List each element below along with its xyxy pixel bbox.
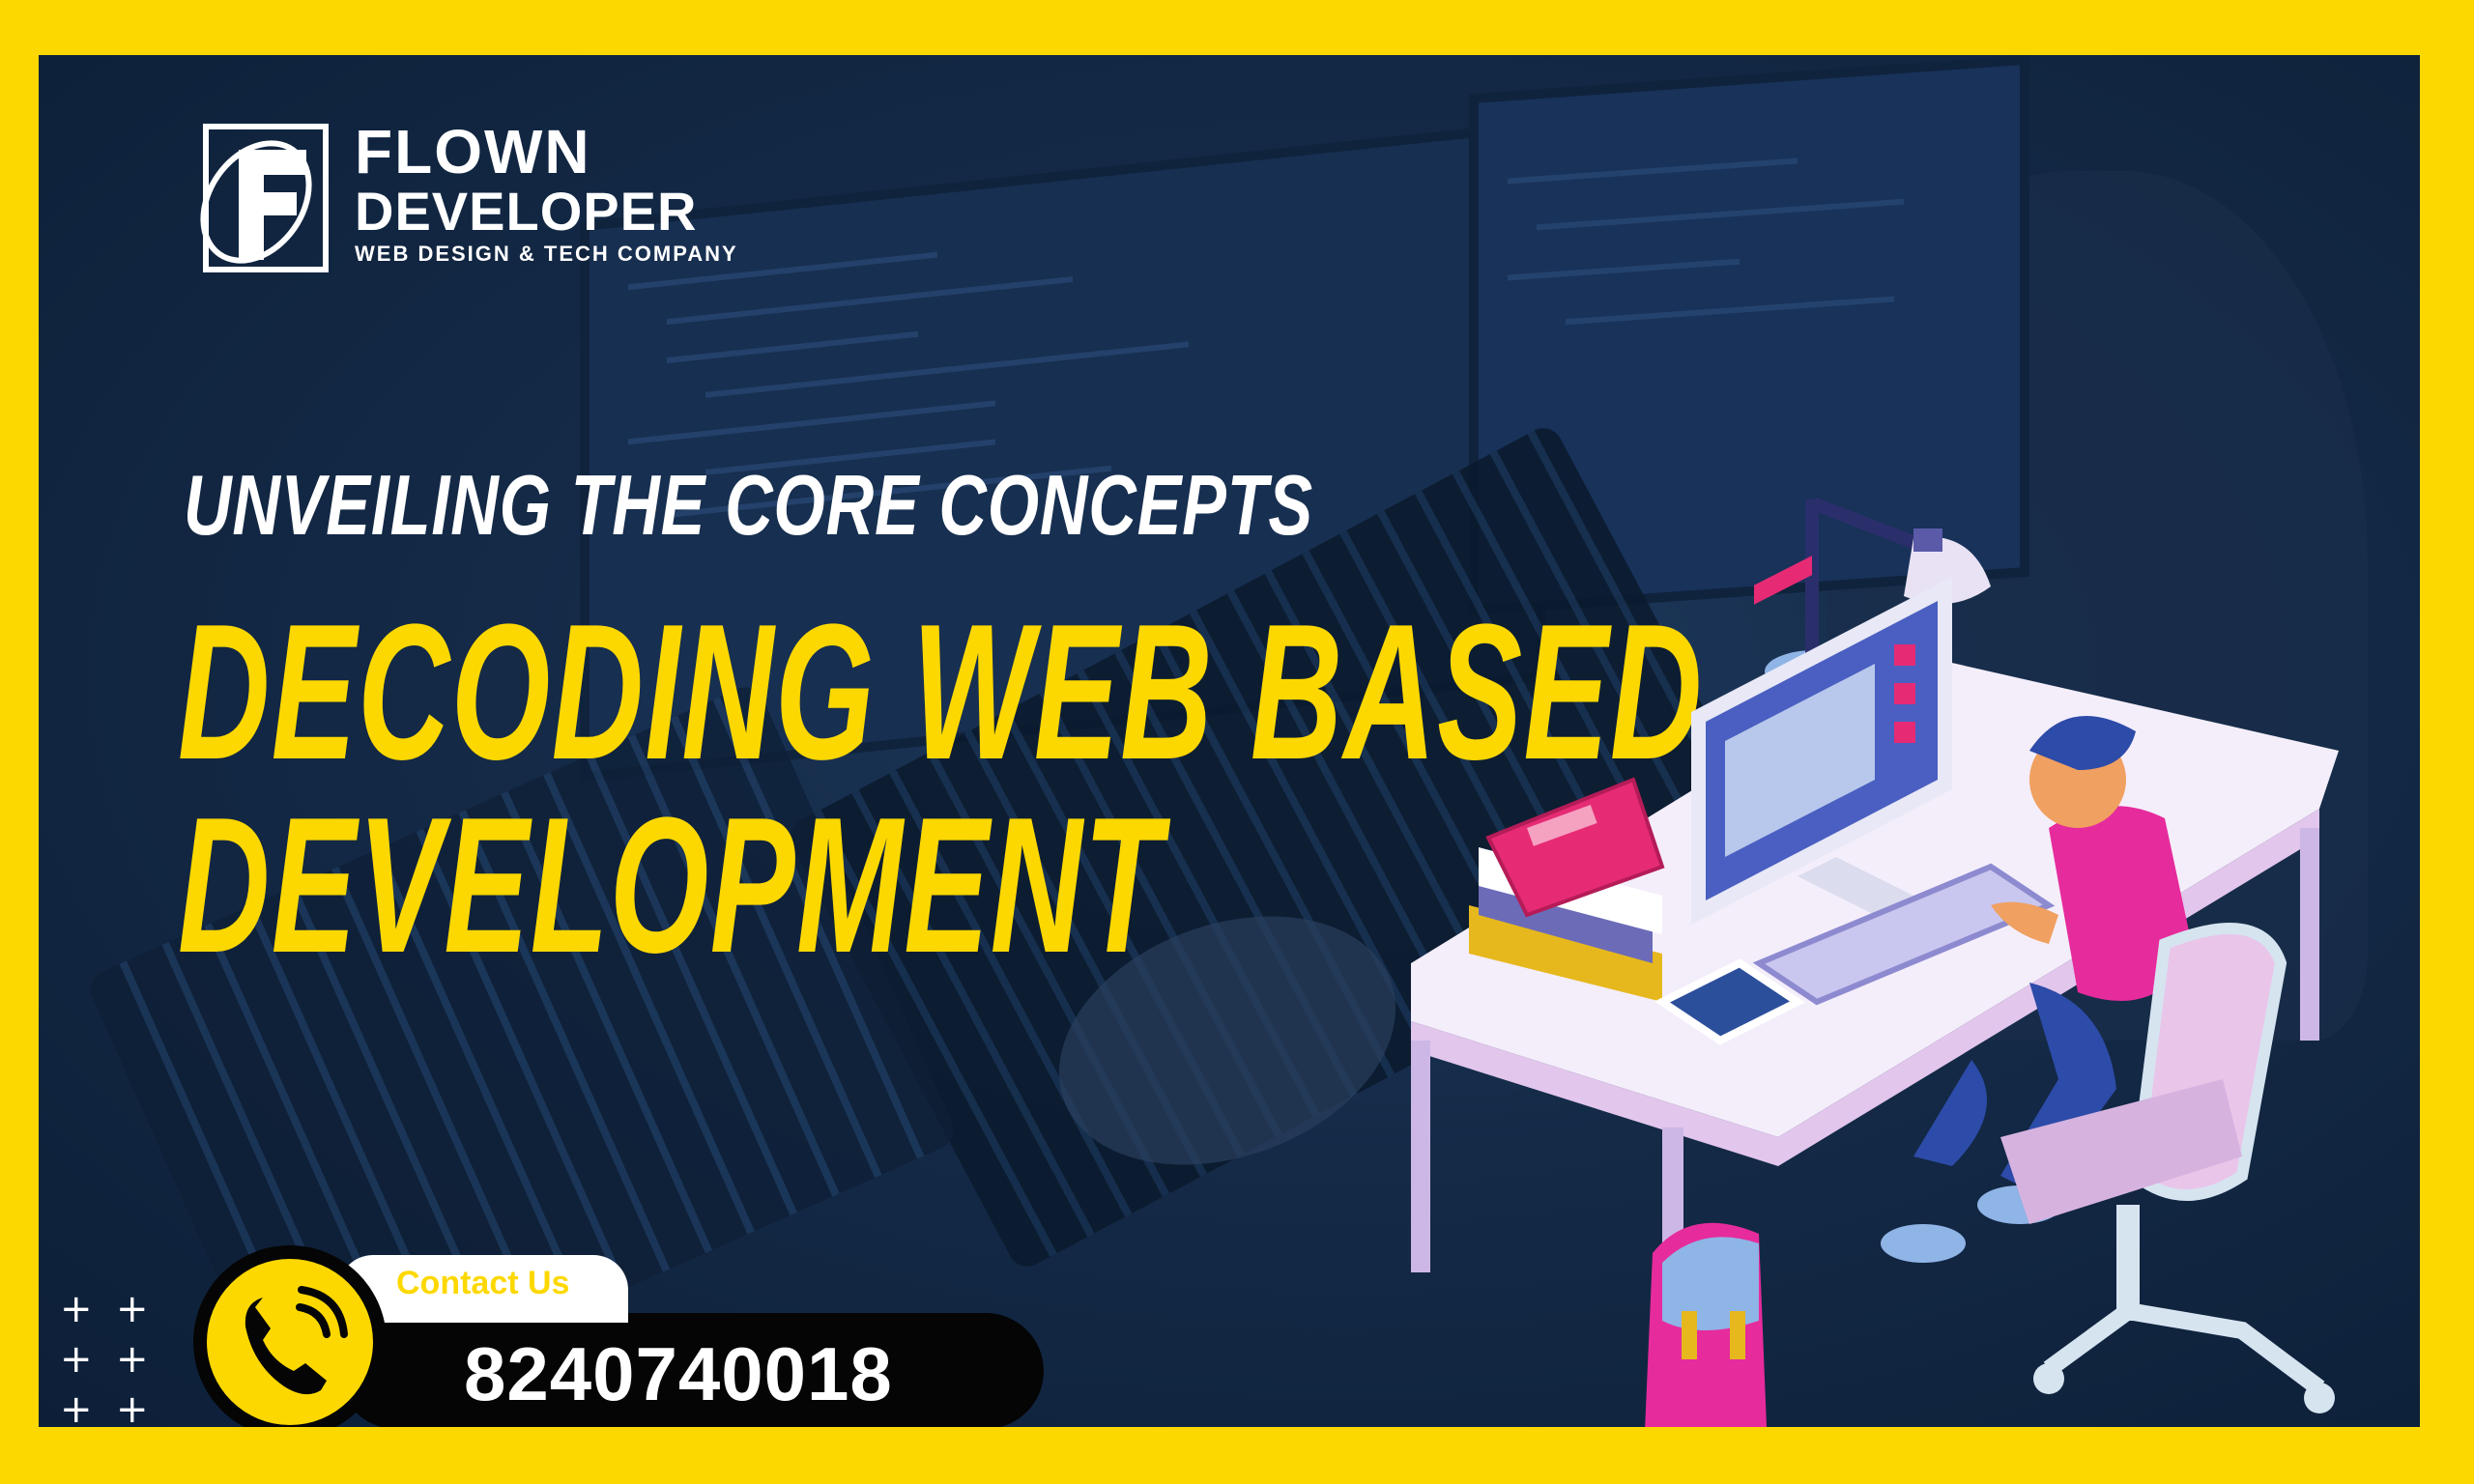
yellow-frame: FLOWN DEVELOPER WEB DESIGN & TECH COMPAN… [0,0,2474,1484]
brand-logo: FLOWN DEVELOPER WEB DESIGN & TECH COMPAN… [188,121,738,275]
contact-block: Contact Us 8240740018 [193,1245,1044,1427]
f-monogram-logo-icon [200,124,329,272]
phone-icon-badge[interactable] [193,1245,387,1427]
developer-at-desk-illustration [1411,497,2339,1427]
plus-icon: + [116,1387,149,1432]
contact-us-label[interactable]: Contact Us [396,1265,569,1302]
brand-name-line1: FLOWN [355,117,591,186]
plus-icon: + [116,1337,149,1382]
plus-icon: + [60,1387,93,1432]
phone-icon [245,1286,348,1395]
plus-icon: + [60,1287,93,1331]
brand-name-line2: DEVELOPER [355,181,698,242]
banner-panel: FLOWN DEVELOPER WEB DESIGN & TECH COMPAN… [39,55,2420,1427]
headline-subtitle: UNVEILING THE CORE CONCEPTS [184,457,1313,553]
backpack-icon [1645,1222,1767,1427]
phone-number[interactable]: 8240740018 [464,1330,893,1418]
brand-tagline: WEB DESIGN & TECH COMPANY [355,242,738,266]
plus-icon: + [60,1337,93,1382]
plus-icon: + [116,1287,149,1331]
